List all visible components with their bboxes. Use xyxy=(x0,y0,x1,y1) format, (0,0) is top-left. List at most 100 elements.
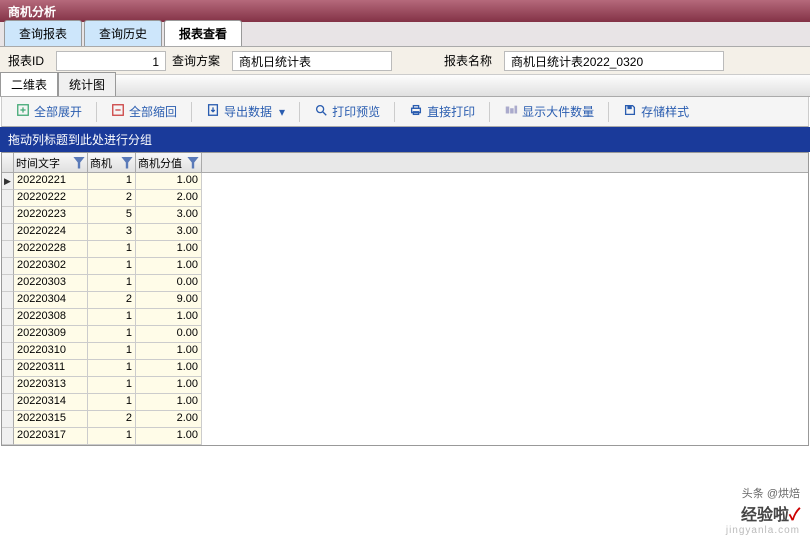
table-row[interactable]: 2022031522.00 xyxy=(2,411,808,428)
data-grid[interactable]: 时间文字 商机 商机分值 ▶2022022111.002022022222.00… xyxy=(1,152,809,446)
cell-count[interactable]: 1 xyxy=(88,326,136,343)
cell-date[interactable]: 20220222 xyxy=(14,190,88,207)
table-row[interactable]: 2022022811.00 xyxy=(2,241,808,258)
toolbar-expand-button[interactable]: 全部展开 xyxy=(8,100,90,123)
row-selector-header[interactable] xyxy=(2,153,14,172)
cell-date[interactable]: 20220302 xyxy=(14,258,88,275)
row-indicator[interactable] xyxy=(2,377,14,394)
row-indicator[interactable] xyxy=(2,343,14,360)
cell-date[interactable]: 20220317 xyxy=(14,428,88,445)
row-indicator[interactable] xyxy=(2,207,14,224)
table-row[interactable]: 2022031411.00 xyxy=(2,394,808,411)
cell-date[interactable]: 20220309 xyxy=(14,326,88,343)
table-row[interactable]: 2022031111.00 xyxy=(2,360,808,377)
row-indicator[interactable] xyxy=(2,241,14,258)
table-row[interactable]: 2022030310.00 xyxy=(2,275,808,292)
cell-count[interactable]: 1 xyxy=(88,428,136,445)
cell-count[interactable]: 1 xyxy=(88,343,136,360)
cell-score[interactable]: 1.00 xyxy=(136,428,202,445)
table-row[interactable]: ▶2022022111.00 xyxy=(2,173,808,190)
cell-date[interactable]: 20220314 xyxy=(14,394,88,411)
cell-score[interactable]: 0.00 xyxy=(136,275,202,292)
main-tab-2[interactable]: 报表查看 xyxy=(164,20,242,46)
column-header-score[interactable]: 商机分值 xyxy=(136,153,202,172)
table-row[interactable]: 2022030211.00 xyxy=(2,258,808,275)
filter-icon[interactable] xyxy=(73,157,85,169)
toolbar-count-button[interactable]: 显示大件数量 xyxy=(496,100,602,123)
cell-count[interactable]: 2 xyxy=(88,292,136,309)
cell-date[interactable]: 20220311 xyxy=(14,360,88,377)
report-name-field[interactable]: 商机日统计表2022_0320 xyxy=(504,51,724,71)
table-row[interactable]: 2022031011.00 xyxy=(2,343,808,360)
cell-count[interactable]: 1 xyxy=(88,360,136,377)
column-header-date[interactable]: 时间文字 xyxy=(14,153,88,172)
row-indicator[interactable] xyxy=(2,394,14,411)
row-indicator[interactable]: ▶ xyxy=(2,173,14,190)
cell-date[interactable]: 20220303 xyxy=(14,275,88,292)
plan-field[interactable]: 商机日统计表 xyxy=(232,51,392,71)
cell-count[interactable]: 3 xyxy=(88,224,136,241)
cell-date[interactable]: 20220308 xyxy=(14,309,88,326)
row-indicator[interactable] xyxy=(2,411,14,428)
cell-date[interactable]: 20220315 xyxy=(14,411,88,428)
table-row[interactable]: 2022030910.00 xyxy=(2,326,808,343)
table-row[interactable]: 2022022433.00 xyxy=(2,224,808,241)
sub-tab-0[interactable]: 二维表 xyxy=(0,72,58,96)
cell-date[interactable]: 20220223 xyxy=(14,207,88,224)
row-indicator[interactable] xyxy=(2,275,14,292)
row-indicator[interactable] xyxy=(2,360,14,377)
table-row[interactable]: 2022030429.00 xyxy=(2,292,808,309)
row-indicator[interactable] xyxy=(2,428,14,445)
cell-count[interactable]: 1 xyxy=(88,309,136,326)
cell-date[interactable]: 20220224 xyxy=(14,224,88,241)
toolbar-print-button[interactable]: 直接打印 xyxy=(401,100,483,123)
cell-score[interactable]: 2.00 xyxy=(136,411,202,428)
cell-count[interactable]: 1 xyxy=(88,258,136,275)
cell-date[interactable]: 20220228 xyxy=(14,241,88,258)
row-indicator[interactable] xyxy=(2,326,14,343)
cell-score[interactable]: 3.00 xyxy=(136,207,202,224)
row-indicator[interactable] xyxy=(2,190,14,207)
report-id-field[interactable]: 1 xyxy=(56,51,166,71)
sub-tab-1[interactable]: 统计图 xyxy=(58,72,116,96)
main-tab-0[interactable]: 查询报表 xyxy=(4,20,82,46)
row-indicator[interactable] xyxy=(2,309,14,326)
cell-score[interactable]: 1.00 xyxy=(136,309,202,326)
table-row[interactable]: 2022031311.00 xyxy=(2,377,808,394)
cell-score[interactable]: 9.00 xyxy=(136,292,202,309)
cell-score[interactable]: 0.00 xyxy=(136,326,202,343)
cell-score[interactable]: 1.00 xyxy=(136,173,202,190)
cell-score[interactable]: 1.00 xyxy=(136,241,202,258)
cell-count[interactable]: 1 xyxy=(88,275,136,292)
cell-count[interactable]: 5 xyxy=(88,207,136,224)
row-indicator[interactable] xyxy=(2,224,14,241)
table-row[interactable]: 2022030811.00 xyxy=(2,309,808,326)
cell-date[interactable]: 20220304 xyxy=(14,292,88,309)
cell-count[interactable]: 1 xyxy=(88,394,136,411)
cell-score[interactable]: 1.00 xyxy=(136,394,202,411)
column-header-count[interactable]: 商机 xyxy=(88,153,136,172)
cell-score[interactable]: 3.00 xyxy=(136,224,202,241)
cell-count[interactable]: 2 xyxy=(88,411,136,428)
toolbar-export-button[interactable]: 导出数据▾ xyxy=(198,100,293,123)
row-indicator[interactable] xyxy=(2,258,14,275)
cell-count[interactable]: 1 xyxy=(88,377,136,394)
cell-date[interactable]: 20220313 xyxy=(14,377,88,394)
cell-score[interactable]: 2.00 xyxy=(136,190,202,207)
cell-score[interactable]: 1.00 xyxy=(136,258,202,275)
row-indicator[interactable] xyxy=(2,292,14,309)
table-row[interactable]: 2022031711.00 xyxy=(2,428,808,445)
cell-count[interactable]: 1 xyxy=(88,173,136,190)
cell-score[interactable]: 1.00 xyxy=(136,360,202,377)
table-row[interactable]: 2022022353.00 xyxy=(2,207,808,224)
cell-date[interactable]: 20220310 xyxy=(14,343,88,360)
toolbar-preview-button[interactable]: 打印预览 xyxy=(306,100,388,123)
cell-count[interactable]: 2 xyxy=(88,190,136,207)
cell-score[interactable]: 1.00 xyxy=(136,377,202,394)
table-row[interactable]: 2022022222.00 xyxy=(2,190,808,207)
cell-score[interactable]: 1.00 xyxy=(136,343,202,360)
filter-icon[interactable] xyxy=(187,157,199,169)
cell-count[interactable]: 1 xyxy=(88,241,136,258)
toolbar-collapse-button[interactable]: 全部缩回 xyxy=(103,100,185,123)
filter-icon[interactable] xyxy=(121,157,133,169)
